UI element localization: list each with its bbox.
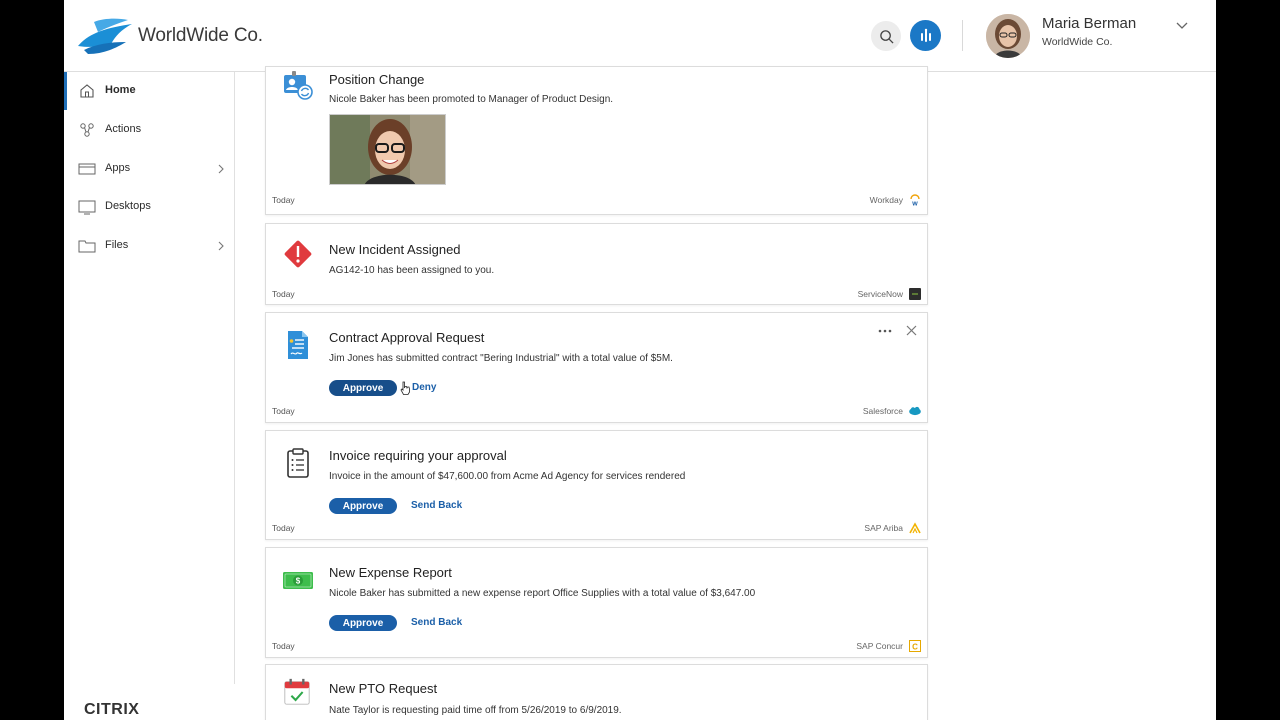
top-header: WorldWide Co. Maria Berman WorldWide Co.: [64, 0, 1216, 72]
chevron-right-icon: [218, 241, 224, 251]
salesforce-logo-icon: [909, 406, 921, 416]
workday-logo-icon: w: [910, 194, 920, 207]
sidebar: Home Actions Apps Desktops Files: [64, 72, 235, 684]
feed-card-incident[interactable]: New Incident Assigned AG142-10 has been …: [265, 223, 928, 305]
card-description: Nicole Baker has submitted a new expense…: [329, 588, 756, 599]
home-icon: [80, 84, 94, 98]
card-actions: [878, 325, 917, 336]
sidebar-item-files[interactable]: Files: [64, 227, 234, 265]
card-title: Contract Approval Request: [329, 330, 485, 345]
contract-document-icon: [288, 331, 308, 359]
card-title: New PTO Request: [329, 681, 438, 696]
hand-cursor-icon: [400, 381, 410, 395]
more-options-icon[interactable]: [878, 329, 892, 333]
actions-icon: [80, 123, 94, 137]
feed-card-contract-approval[interactable]: Contract Approval Request Jim Jones has …: [265, 312, 928, 423]
folder-icon: [78, 240, 96, 253]
brand-name: WorldWide Co.: [138, 25, 263, 46]
card-description: Invoice in the amount of $47,600.00 from…: [329, 471, 686, 482]
citrix-logo: CITRIX: [84, 701, 140, 718]
profile-photo: [329, 114, 446, 185]
activity-feed: Position Change Nicole Baker has been pr…: [265, 66, 928, 720]
card-source: SAP Concur: [856, 641, 903, 651]
card-source: Workday: [869, 195, 903, 205]
apps-icon: [78, 163, 96, 175]
card-title: Invoice requiring your approval: [329, 448, 507, 463]
position-change-icon: [284, 71, 313, 100]
svg-text:C: C: [912, 643, 918, 652]
send-back-button[interactable]: Send Back: [411, 500, 462, 511]
user-org: WorldWide Co.: [1042, 36, 1113, 48]
feed-card-expense-report[interactable]: $ New Expense Report Nicole Baker has su…: [265, 547, 928, 658]
person-photo-icon: [330, 115, 445, 184]
card-date: Today: [272, 641, 295, 651]
assistant-button[interactable]: [910, 20, 941, 51]
card-title: New Expense Report: [329, 565, 452, 580]
sidebar-item-actions[interactable]: Actions: [64, 111, 234, 149]
feed-card-invoice[interactable]: Invoice requiring your approval Invoice …: [265, 430, 928, 540]
sap-ariba-logo-icon: [909, 522, 921, 534]
card-date: Today: [272, 289, 295, 299]
approve-button[interactable]: Approve: [329, 498, 397, 514]
header-divider: [962, 20, 963, 51]
search-icon: [879, 29, 894, 44]
card-source: ServiceNow: [857, 289, 903, 299]
sidebar-item-desktops[interactable]: Desktops: [64, 188, 234, 226]
chevron-right-icon: [218, 164, 224, 174]
approve-button[interactable]: Approve: [329, 380, 397, 396]
chevron-down-icon[interactable]: [1174, 17, 1190, 33]
card-date: Today: [272, 523, 295, 533]
sap-concur-logo-icon: C: [909, 640, 921, 652]
invoice-clipboard-icon: [287, 448, 309, 478]
sidebar-item-label: Home: [105, 84, 136, 96]
approve-button[interactable]: Approve: [329, 615, 397, 631]
app-window: WorldWide Co. Maria Berman WorldWide Co.…: [64, 0, 1216, 720]
close-icon[interactable]: [906, 325, 917, 336]
svg-text:$: $: [296, 577, 301, 586]
card-description: AG142-10 has been assigned to you.: [329, 265, 495, 276]
sidebar-item-label: Files: [105, 239, 129, 251]
card-source: Salesforce: [862, 406, 903, 416]
card-title: Position Change: [329, 72, 425, 87]
user-avatar-icon: [986, 14, 1030, 58]
money-bill-icon: $: [283, 572, 313, 589]
card-description: Jim Jones has submitted contract "Bering…: [329, 353, 673, 364]
incident-alert-icon: [284, 240, 312, 268]
card-date: Today: [272, 406, 295, 416]
search-button[interactable]: [871, 21, 901, 51]
feed-card-pto-request[interactable]: New PTO Request Nate Taylor is requestin…: [265, 664, 928, 720]
deny-button[interactable]: Deny: [412, 382, 436, 393]
card-title: New Incident Assigned: [329, 242, 461, 257]
brand-logo[interactable]: WorldWide Co.: [74, 16, 263, 56]
desktop-icon: [78, 200, 96, 215]
calendar-check-icon: [284, 678, 310, 705]
card-description: Nicole Baker has been promoted to Manage…: [329, 94, 614, 105]
card-description: Nate Taylor is requesting paid time off …: [329, 705, 622, 716]
card-date: Today: [272, 195, 295, 205]
servicenow-logo-icon: [909, 288, 921, 300]
sidebar-item-apps[interactable]: Apps: [64, 150, 234, 188]
worldwide-logo-icon: [78, 18, 132, 54]
feed-card-position-change[interactable]: Position Change Nicole Baker has been pr…: [265, 66, 928, 215]
sidebar-item-label: Desktops: [105, 200, 151, 212]
user-name[interactable]: Maria Berman: [1042, 15, 1136, 32]
sidebar-item-label: Apps: [105, 162, 131, 174]
avatar[interactable]: [986, 14, 1030, 58]
svg-text:w: w: [911, 201, 918, 207]
assistant-icon: [920, 28, 931, 42]
send-back-button[interactable]: Send Back: [411, 617, 462, 628]
card-source: SAP Ariba: [864, 523, 903, 533]
sidebar-item-label: Actions: [105, 123, 142, 135]
sidebar-item-home[interactable]: Home: [64, 72, 234, 110]
